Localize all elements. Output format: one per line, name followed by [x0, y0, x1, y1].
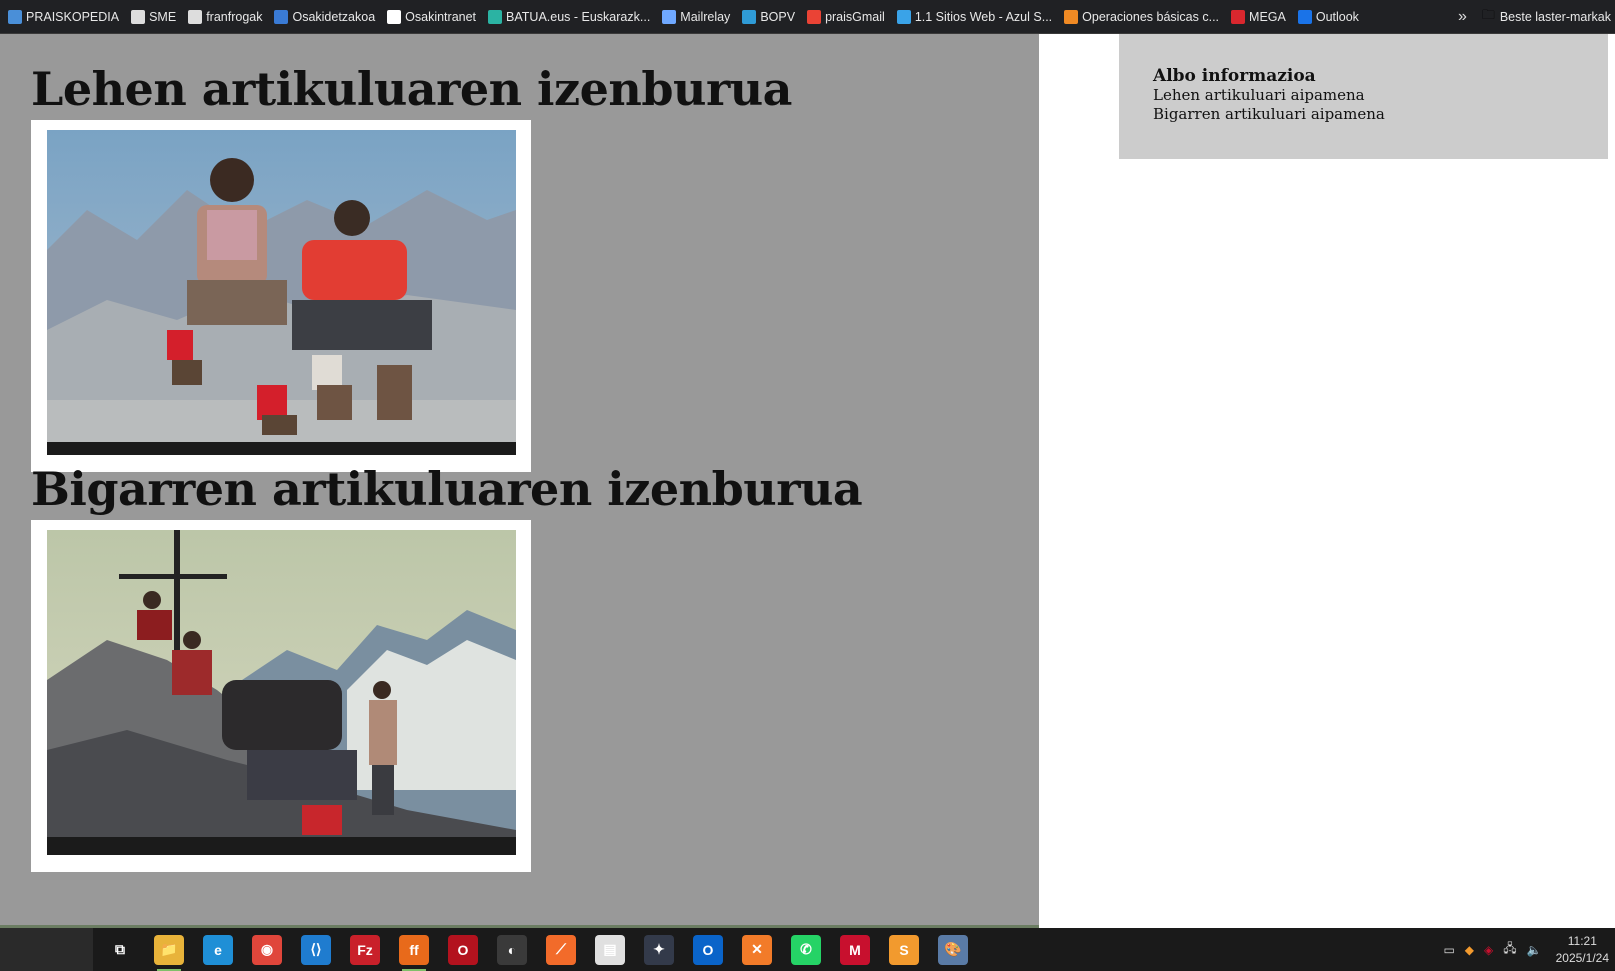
- opera-icon[interactable]: O: [448, 934, 478, 965]
- filezilla-icon[interactable]: Fz: [350, 934, 380, 965]
- bookmark-outlook[interactable]: Outlook: [1297, 9, 1359, 24]
- clock-time: 11:21: [1567, 933, 1597, 948]
- bookmark-label: 1.1 Sitios Web - Azul S...: [914, 9, 1053, 24]
- mcafee-icon[interactable]: M: [840, 934, 870, 965]
- gmail-icon: [807, 9, 822, 24]
- aside-item: Lehen artikuluari aipamena: [1153, 86, 1365, 104]
- bookmark-franfrogak[interactable]: franfrogak: [188, 9, 263, 24]
- article-photo-frame: [31, 520, 531, 872]
- system-tray: ▭ ◆ ◈ 🖧 🔈 11:21 2025/1/24: [1433, 928, 1609, 971]
- batua-icon: [488, 9, 503, 24]
- bookmark-osakidetzakoa[interactable]: Osakidetzakoa: [274, 9, 376, 24]
- bookmark-sme[interactable]: SME: [131, 9, 177, 24]
- bookmark-label: Osakintranet: [405, 9, 477, 24]
- vscode-icon[interactable]: ⟨⟩: [301, 934, 331, 965]
- wordpress-icon: [188, 9, 203, 24]
- bookmark-label: Operaciones básicas c...: [1082, 9, 1220, 24]
- outlook-icon[interactable]: O: [693, 934, 723, 965]
- folder-icon: 🗀: [1481, 7, 1495, 22]
- bookmark-label: PRAISKOPEDIA: [26, 9, 120, 24]
- outlook-icon: [1297, 9, 1312, 24]
- bookmark-praisgmail[interactable]: praisGmail: [807, 9, 885, 24]
- k-icon: [387, 9, 402, 24]
- bookmarks-bar: PRAISKOPEDIA SME franfrogak Osakidetzakoa Os…: [0, 0, 1615, 34]
- bookmark-label: franfrogak: [206, 9, 263, 24]
- taskbar-apps: ⧉ 📁 e ◉ ⟨⟩ Fz ff O ◐ ⟋ ▤ ✦ O ✕ ✆ M S 🎨: [93, 934, 968, 971]
- grid-icon: [896, 9, 911, 24]
- volume-icon[interactable]: 🔈: [1527, 943, 1542, 957]
- bookmark-label: Mailrelay: [680, 9, 731, 24]
- bookmark-1-1-sitios-web-azul-s[interactable]: 1.1 Sitios Web - Azul S...: [896, 9, 1053, 24]
- bookmark-mega[interactable]: MEGA: [1231, 9, 1286, 24]
- whatsapp-icon[interactable]: ✆: [791, 934, 821, 965]
- article-photo-frame: [31, 120, 531, 472]
- aside-title: Albo informazioa: [1153, 66, 1316, 86]
- bookmark-label: praisGmail: [825, 9, 885, 24]
- article-2: Bigarren artikuluaren izenburua: [31, 462, 863, 872]
- bookmark-label: SME: [149, 9, 177, 24]
- bookmark-label: BOPV: [760, 9, 796, 24]
- network-icon[interactable]: 🖧: [1503, 939, 1516, 960]
- chrome-icon[interactable]: ◉: [252, 934, 282, 965]
- bookmark-operaciones-b-sicas-c[interactable]: Operaciones básicas c...: [1064, 9, 1220, 24]
- sap-icon: [274, 9, 289, 24]
- article-1: Lehen artikuluaren izenburua: [31, 62, 792, 472]
- news-widget-icon[interactable]: ▭: [1443, 943, 1454, 957]
- bookmark-label: Osakidetzakoa: [292, 9, 376, 24]
- article-photo-summit-group: [47, 530, 516, 855]
- edge-icon[interactable]: e: [203, 934, 233, 965]
- mail-image-icon: [662, 9, 677, 24]
- firefox-icon[interactable]: ff: [399, 934, 429, 971]
- davinci-icon[interactable]: ✦: [644, 934, 674, 965]
- xampp-icon[interactable]: ✕: [742, 934, 772, 965]
- bookmark-batua-eus-euskarazk[interactable]: BATUA.eus - Euskarazk...: [488, 9, 651, 24]
- aside-item: Bigarren artikuluari aipamena: [1153, 105, 1385, 123]
- bookmark-label: Outlook: [1315, 9, 1359, 24]
- start-search-area[interactable]: [0, 928, 93, 971]
- obs-icon[interactable]: ◐: [497, 934, 527, 965]
- sublime-tray-icon[interactable]: ◆: [1465, 943, 1474, 957]
- file-explorer-icon[interactable]: 📁: [154, 934, 184, 971]
- clock[interactable]: 11:21 2025/1/24: [1556, 933, 1609, 967]
- bookmark-praiskopedia[interactable]: PRAISKOPEDIA: [8, 9, 120, 24]
- clock-date: 2025/1/24: [1555, 950, 1609, 965]
- bookmark-label: MEGA: [1249, 9, 1286, 24]
- bookmark-bopv[interactable]: BOPV: [742, 9, 796, 24]
- brave-icon[interactable]: ⟋: [546, 934, 576, 965]
- bopv-icon: [742, 9, 757, 24]
- article-photo-mountaineers: [47, 130, 516, 455]
- task-view-icon[interactable]: ⧉: [105, 935, 135, 965]
- other-bookmarks-label: Beste laster-markak: [1499, 10, 1611, 24]
- main-content: Lehen artikuluaren izenburua Bigarren ar…: [0, 34, 1039, 925]
- mega-icon: [1231, 9, 1246, 24]
- triangle-icon: [1064, 9, 1079, 24]
- mcafee-tray-icon[interactable]: ◈: [1484, 943, 1493, 957]
- building-icon: [131, 9, 146, 24]
- sublime-icon[interactable]: S: [889, 934, 919, 965]
- aside-panel: Albo informazioa Lehen artikuluari aipam…: [1119, 34, 1608, 159]
- notepad-icon[interactable]: ▤: [595, 934, 625, 965]
- article-title: Lehen artikuluaren izenburua: [31, 62, 792, 116]
- bookmark-osakintranet[interactable]: Osakintranet: [387, 9, 477, 24]
- other-bookmarks-folder[interactable]: 🗀 Beste laster-markak: [1482, 0, 1611, 34]
- more-bookmarks-chevron-icon[interactable]: »: [1458, 0, 1467, 34]
- article-title: Bigarren artikuluaren izenburua: [31, 462, 863, 516]
- paint-icon[interactable]: 🎨: [938, 934, 968, 965]
- bookmark-label: BATUA.eus - Euskarazk...: [506, 9, 651, 24]
- bookmark-mailrelay[interactable]: Mailrelay: [662, 9, 731, 24]
- taskbar: ⧉ 📁 e ◉ ⟨⟩ Fz ff O ◐ ⟋ ▤ ✦ O ✕ ✆ M S 🎨 ▭ ◆ ◈ 🖧 🔈 11:21 20…: [0, 928, 1615, 971]
- map-icon: [8, 9, 22, 24]
